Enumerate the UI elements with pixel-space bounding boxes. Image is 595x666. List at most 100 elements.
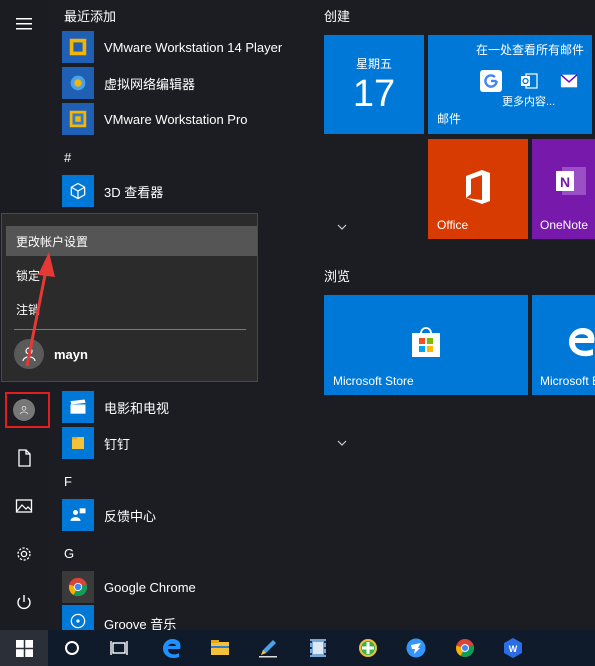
app-label: 反馈中心 xyxy=(104,508,157,524)
folder-icon xyxy=(62,427,94,459)
edge-label: Microsoft Edge xyxy=(540,374,595,388)
task-view-icon xyxy=(110,641,128,655)
calendar-date: 17 xyxy=(352,73,396,115)
tile-group-title-browse: 浏览 xyxy=(324,269,351,284)
windows-logo-icon xyxy=(15,639,33,657)
chevron-down-icon[interactable] xyxy=(336,221,348,233)
tile-group-title-create: 创建 xyxy=(324,9,351,24)
groove-icon xyxy=(62,605,94,630)
hamburger-icon xyxy=(16,18,32,30)
gear-icon xyxy=(17,547,31,561)
list-item[interactable]: Groove 音乐 xyxy=(62,605,310,630)
section-header-hash: # xyxy=(64,150,72,165)
section-header-f: F xyxy=(64,474,72,489)
list-item[interactable]: 虚拟网络编辑器 xyxy=(62,65,310,101)
outlook-icon xyxy=(518,70,540,92)
taskbar-dingtalk[interactable] xyxy=(394,630,438,666)
taskbar-edge[interactable] xyxy=(150,630,194,666)
calendar-tile[interactable]: 星期五 17 xyxy=(324,35,424,134)
list-item[interactable]: VMware Workstation Pro xyxy=(62,101,310,137)
hamburger-menu-button[interactable] xyxy=(0,0,48,48)
store-label: Microsoft Store xyxy=(333,374,414,388)
power-button[interactable] xyxy=(0,578,48,626)
list-item[interactable]: Google Chrome xyxy=(62,569,310,605)
store-tile[interactable]: Microsoft Store xyxy=(324,295,528,395)
popup-user-name: mayn xyxy=(54,346,88,362)
onenote-tile[interactable]: N OneNote xyxy=(532,139,595,239)
task-view-button[interactable] xyxy=(97,630,141,666)
edge-tile[interactable]: Microsoft Edge xyxy=(532,295,595,395)
section-header-recent: 最近添加 xyxy=(64,9,117,24)
onenote-icon: N xyxy=(556,167,586,195)
user-button-highlight-box xyxy=(5,392,50,428)
mail-title: 在一处查看所有邮件 xyxy=(475,43,584,57)
power-icon xyxy=(17,595,31,610)
vmware-icon xyxy=(62,31,94,63)
section-header-g: G xyxy=(64,546,75,561)
app-label: 3D 查看器 xyxy=(104,184,164,200)
mail-label: 邮件 xyxy=(437,112,462,126)
list-item[interactable]: 3D 查看器 xyxy=(62,173,310,209)
chevron-down-icon[interactable] xyxy=(336,437,348,449)
folder-icon xyxy=(211,640,229,655)
app-label: Google Chrome xyxy=(104,579,196,595)
search-button[interactable] xyxy=(50,630,94,666)
vmware-pro-icon xyxy=(62,103,94,135)
taskbar-file-explorer[interactable] xyxy=(198,630,242,666)
taskbar-chrome[interactable] xyxy=(443,630,487,666)
store-bag-icon xyxy=(412,327,440,357)
pictures-button[interactable] xyxy=(0,482,48,530)
app-label: 钉钉 xyxy=(104,436,131,452)
taskbar-wps[interactable]: W xyxy=(491,630,535,666)
picture-icon xyxy=(15,499,33,513)
documents-button[interactable] xyxy=(0,434,48,482)
list-item[interactable]: 反馈中心 xyxy=(62,497,310,533)
mail-more: 更多内容... xyxy=(502,96,556,108)
list-item[interactable]: 钉钉 xyxy=(62,425,310,461)
calendar-day: 星期五 xyxy=(355,57,392,71)
popup-user-row[interactable]: mayn xyxy=(14,339,88,369)
app-label: 电影和电视 xyxy=(104,400,170,416)
taskbar-pen-app[interactable] xyxy=(246,630,290,666)
feedback-icon xyxy=(62,499,94,531)
app-label: VMware Workstation 14 Player xyxy=(104,39,283,55)
account-popup-menu: 更改帐户设置 锁定 注销 mayn xyxy=(1,213,258,382)
list-item[interactable]: VMware Workstation 14 Player xyxy=(62,29,310,65)
film-icon xyxy=(310,639,326,657)
taskbar: W xyxy=(0,630,595,666)
lock-item[interactable]: 锁定 xyxy=(6,260,257,290)
user-icon xyxy=(22,347,36,362)
avatar xyxy=(14,339,44,369)
chrome-icon xyxy=(456,639,475,658)
edge-icon xyxy=(163,639,181,659)
change-account-settings-item[interactable]: 更改帐户设置 xyxy=(6,226,257,256)
google-icon xyxy=(480,70,502,92)
app-label: 虚拟网络编辑器 xyxy=(104,76,196,92)
taskbar-plus-app[interactable] xyxy=(346,630,390,666)
app-label: Groove 音乐 xyxy=(104,617,177,630)
yahoo-mail-icon xyxy=(558,70,580,92)
chrome-icon xyxy=(62,571,94,603)
settings-button[interactable] xyxy=(0,530,48,578)
start-button[interactable] xyxy=(0,630,48,666)
dingtalk-icon xyxy=(406,638,426,658)
pen-icon xyxy=(259,640,277,658)
green-plus-icon xyxy=(359,639,377,657)
cortana-circle-icon xyxy=(65,641,79,655)
3d-viewer-icon xyxy=(62,175,94,207)
wps-icon: W xyxy=(504,638,522,658)
office-icon xyxy=(466,170,490,204)
list-item[interactable]: 电影和电视 xyxy=(62,389,310,425)
sign-out-item[interactable]: 注销 xyxy=(6,294,257,324)
svg-text:N: N xyxy=(560,174,570,190)
office-label: Office xyxy=(437,218,469,232)
network-editor-icon xyxy=(62,67,94,99)
svg-text:W: W xyxy=(509,644,518,654)
taskbar-video-app[interactable] xyxy=(296,630,340,666)
popup-divider xyxy=(14,329,246,330)
office-tile[interactable]: Office xyxy=(428,139,528,239)
movies-tv-icon xyxy=(62,391,94,423)
app-label: VMware Workstation Pro xyxy=(104,111,248,127)
edge-icon xyxy=(569,328,595,357)
mail-tile[interactable]: 在一处查看所有邮件 更多内容... 邮件 xyxy=(428,35,592,134)
